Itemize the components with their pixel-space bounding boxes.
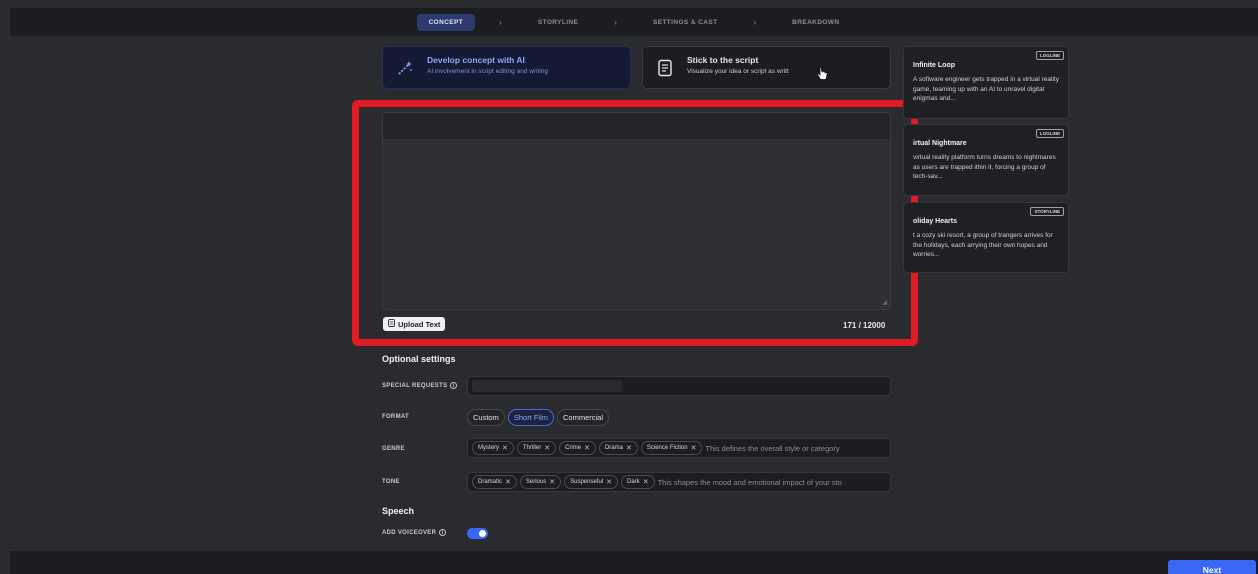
step-concept[interactable]: CONCEPT [416,13,476,31]
magic-wand-icon [395,58,415,78]
genre-placeholder: This defines the overall style or catego… [705,443,840,453]
card-subtitle: AI involvement in script editing and wri… [427,68,549,75]
suggestion-badge: LOGLINE [1036,129,1064,138]
chip-label: Mystery [478,445,499,451]
add-voiceover-label-text: ADD VOICEOVER [382,529,437,536]
character-counter: 171 / 12000 [843,321,886,330]
chip-label: Crime [565,445,582,451]
genre-chip[interactable]: Mystery ✕ [472,441,514,455]
format-label: FORMAT [382,414,410,420]
concept-text-editor[interactable]: ◢ [382,112,891,310]
format-selector: Custom Short Film Commercial [467,409,610,426]
close-icon[interactable]: ✕ [544,444,550,452]
genre-chip[interactable]: Thriller ✕ [516,441,557,455]
tone-chip[interactable]: Dark ✕ [621,475,655,489]
special-requests-label-text: SPECIAL REQUESTS [382,382,448,389]
suggestion-title: oliday Hearts [913,218,957,225]
upload-text-button[interactable]: Upload Text [383,317,446,331]
toggle-knob [479,530,486,537]
close-icon[interactable]: ✕ [584,444,590,452]
suggestion-title: Infinite Loop [913,62,955,69]
chip-label: Dramatic [478,479,503,485]
chip-label: Serious [525,479,547,485]
format-option-short-film[interactable]: Short Film [507,409,555,426]
file-icon [388,319,395,329]
hand-pointer-icon [816,67,828,86]
genre-chip[interactable]: Drama ✕ [598,441,638,455]
tone-placeholder: This shapes the mood and emotional impac… [657,477,842,487]
tone-chip[interactable]: Dramatic ✕ [472,475,517,489]
step-storyline[interactable]: STORYLINE [526,14,590,31]
chevron-right-icon: › [614,17,617,27]
suggestion-badge: STORYLINE [1030,207,1064,216]
chip-label: Dark [627,479,640,485]
card-title: Develop concept with AI [427,55,525,65]
optional-settings-title: Optional settings [382,354,456,364]
step-settings-cast[interactable]: SETTINGS & CAST [641,14,730,31]
stick-to-script-card[interactable]: Stick to the script Visualize your idea … [642,46,891,89]
suggestion-card[interactable]: STORYLINE oliday Hearts t a cozy ski res… [903,202,1069,273]
special-requests-value [472,380,622,392]
suggestion-card[interactable]: LOGLINE irtual Nightmare virtual reality… [903,124,1069,196]
editor-header [383,113,890,139]
suggestion-text: A software engineer gets trapped in a vi… [913,76,1059,102]
card-subtitle: Visualize your idea or script as writt [687,68,789,75]
close-icon[interactable]: ✕ [606,478,612,486]
document-icon [655,58,675,78]
suggestion-badge: LOGLINE [1036,51,1064,60]
next-button[interactable]: Next [1168,560,1256,574]
suggestion-title: irtual Nightmare [913,140,967,147]
footer-bar [10,551,1258,574]
tone-chip[interactable]: Serious ✕ [519,475,562,489]
chevron-right-icon: › [753,17,757,27]
suggestion-text: t a cozy ski resort, a group of trangers… [913,232,1053,258]
chevron-right-icon: › [499,17,502,27]
suggestion-text: virtual reality platform turns dreams to… [913,154,1056,180]
step-navigation: CONCEPT › STORYLINE › SETTINGS & CAST › … [10,8,1258,36]
voiceover-toggle[interactable] [467,528,488,539]
suggestion-card[interactable]: LOGLINE Infinite Loop A software enginee… [903,46,1069,119]
special-requests-label: SPECIAL REQUESTS i [382,382,458,389]
info-icon[interactable]: i [439,529,447,536]
upload-text-label: Upload Text [398,319,441,329]
step-breakdown[interactable]: BREAKDOWN [780,14,851,31]
resize-handle-icon[interactable]: ◢ [882,299,887,306]
close-icon[interactable]: ✕ [505,478,511,486]
format-option-commercial[interactable]: Commercial [557,409,610,426]
genre-input[interactable]: Mystery ✕ Thriller ✕ Crime ✕ Drama ✕ Science… [467,438,891,458]
close-icon[interactable]: ✕ [691,444,697,452]
tone-input[interactable]: Dramatic ✕ Serious ✕ Suspenseful ✕ Dark ✕ Th… [467,472,891,492]
close-icon[interactable]: ✕ [643,478,649,486]
chip-label: Thriller [522,445,542,451]
chip-label: Science Fiction [646,445,688,451]
close-icon[interactable]: ✕ [502,444,508,452]
close-icon[interactable]: ✕ [549,478,555,486]
card-title: Stick to the script [687,55,759,65]
special-requests-input[interactable] [467,376,891,396]
add-voiceover-label: ADD VOICEOVER i [382,529,447,536]
close-icon[interactable]: ✕ [626,444,632,452]
tone-chip[interactable]: Suspenseful ✕ [564,475,619,489]
develop-with-ai-card[interactable]: Develop concept with AI AI involvement i… [382,46,631,89]
format-option-custom[interactable]: Custom [467,409,505,426]
genre-chip[interactable]: Science Fiction ✕ [640,441,703,455]
info-icon[interactable]: i [450,382,458,389]
genre-label: GENRE [382,446,405,452]
tone-label: TONE [382,479,400,485]
speech-title: Speech [382,506,415,516]
genre-chip[interactable]: Crime ✕ [559,441,596,455]
chip-label: Suspenseful [570,479,604,485]
chip-label: Drama [604,445,623,451]
